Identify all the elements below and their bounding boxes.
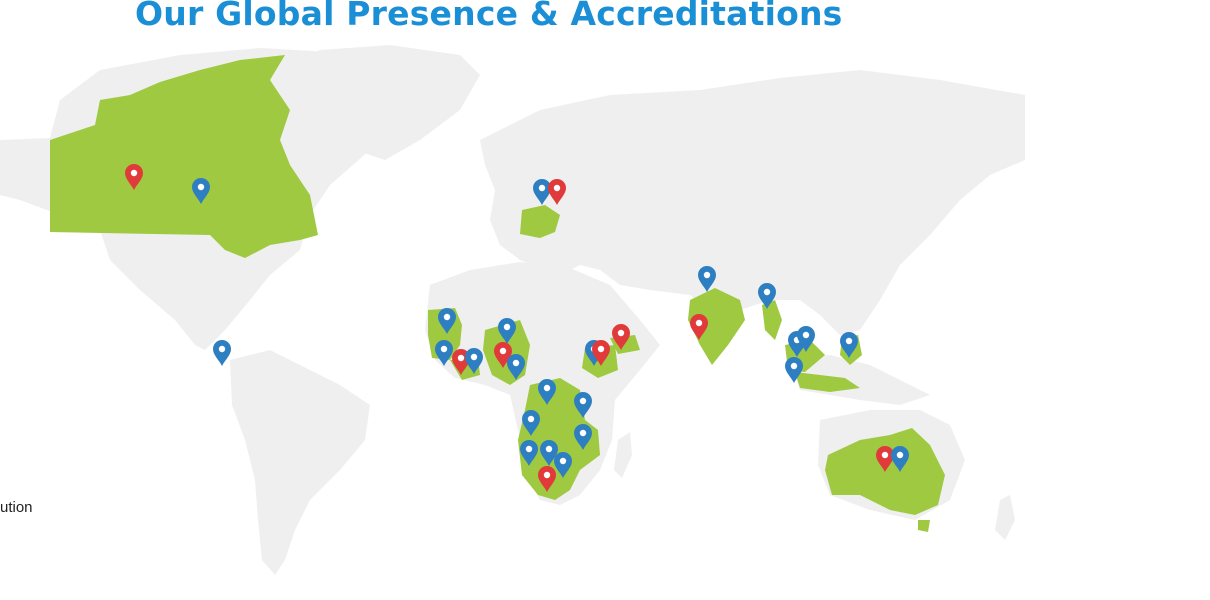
country-myanmar [762, 300, 782, 340]
map-pin-blue[interactable] [213, 340, 231, 366]
country-australia-tasmania [918, 520, 930, 532]
world-map [0, 45, 1025, 575]
legend-text-fragment: ution [0, 499, 33, 516]
